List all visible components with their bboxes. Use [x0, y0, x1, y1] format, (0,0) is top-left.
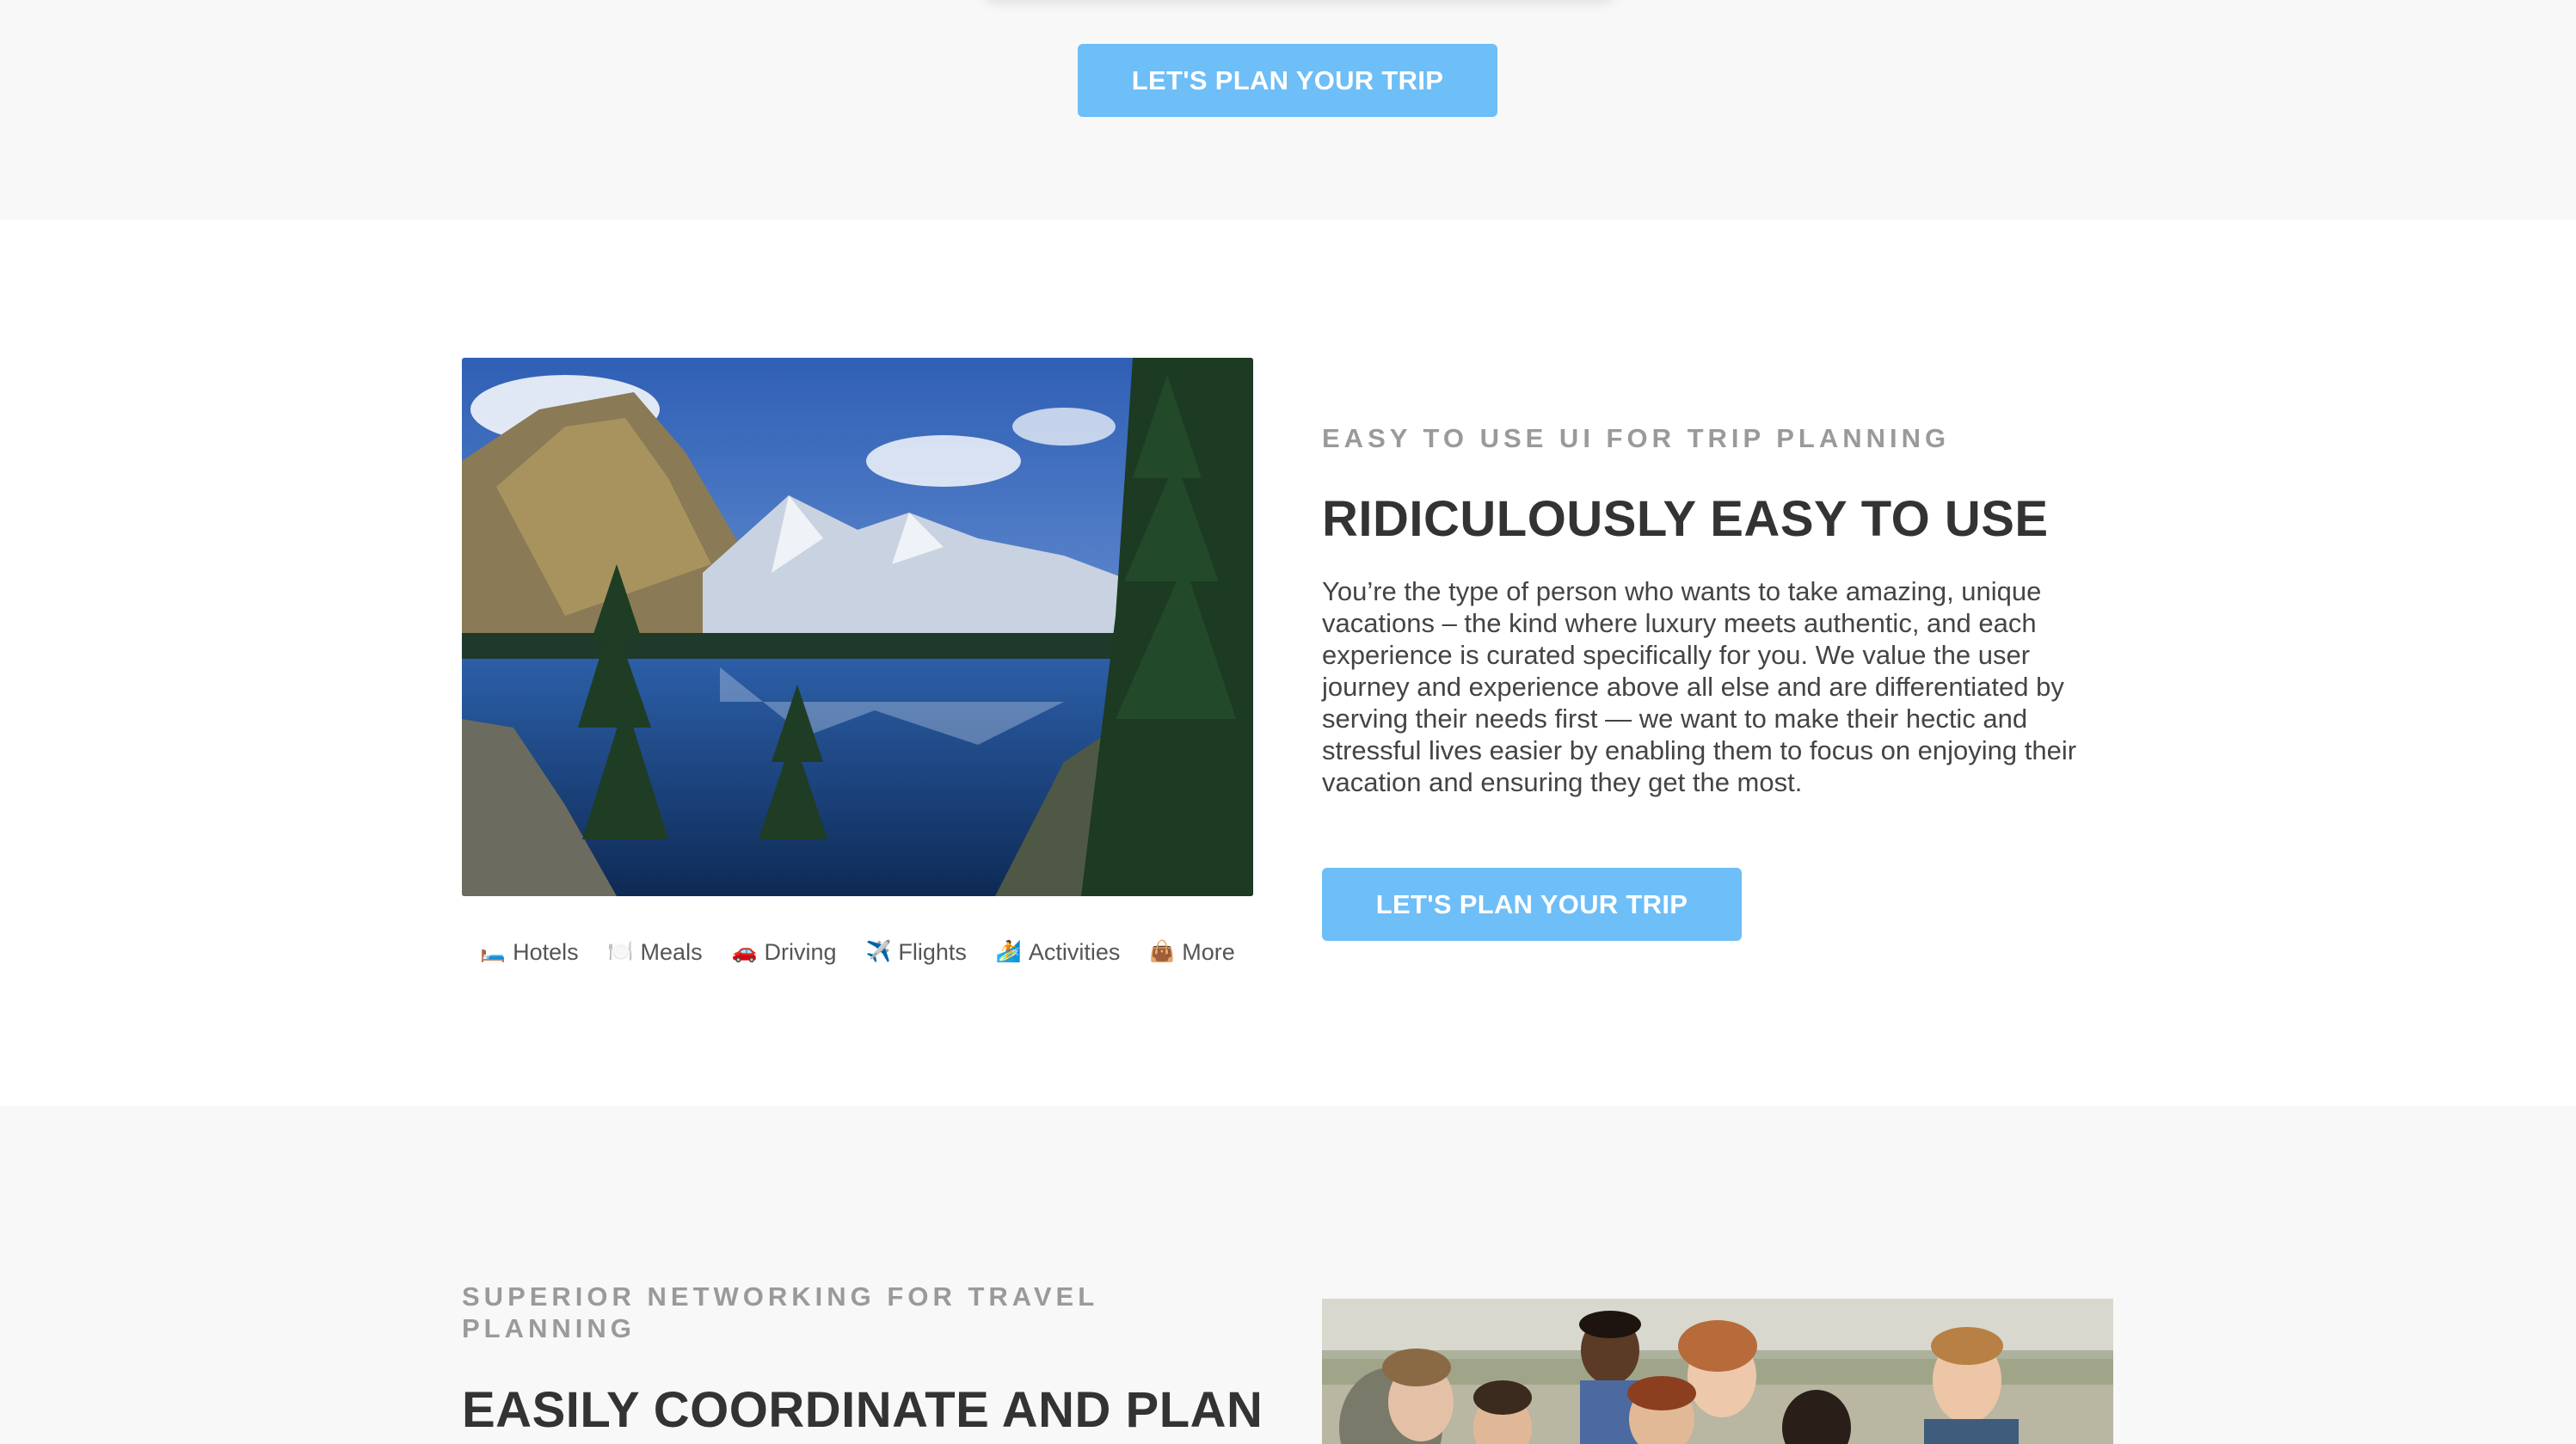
category-more[interactable]: 👜 More — [1149, 939, 1234, 966]
category-meals[interactable]: 🍽️ Meals — [608, 939, 703, 966]
category-label: More — [1182, 938, 1235, 965]
top-section: LET'S PLAN YOUR TRIP — [0, 0, 2576, 220]
feature-network-section — [0, 1106, 2576, 1444]
category-label: Hotels — [513, 938, 579, 965]
trip-categories: 🛏️ Hotels 🍽️ Meals 🚗 Driving ✈️ Flights … — [462, 935, 1253, 969]
category-label: Meals — [640, 938, 703, 965]
category-label: Driving — [764, 938, 837, 965]
feature-ui-section — [0, 220, 2576, 1106]
category-activities[interactable]: 🏄 Activities — [996, 939, 1120, 966]
plan-trip-button-top[interactable]: LET'S PLAN YOUR TRIP — [1078, 44, 1497, 117]
feature-ui-heading: RIDICULOUSLY EASY TO USE — [1322, 491, 2049, 547]
car-icon: 🚗 — [731, 940, 758, 963]
feature-ui-eyebrow: EASY TO USE UI FOR TRIP PLANNING — [1322, 423, 1951, 453]
category-flights[interactable]: ✈️ Flights — [866, 939, 967, 966]
category-label: Flights — [898, 938, 967, 965]
surfer-icon: 🏄 — [995, 940, 1022, 963]
mountain-lake-image — [462, 358, 1253, 896]
feature-network-eyebrow: SUPERIOR NETWORKING FOR TRAVEL PLANNING — [462, 1281, 1098, 1343]
plate-icon: 🍽️ — [607, 940, 634, 963]
bed-icon: 🛏️ — [480, 940, 507, 963]
airplane-icon: ✈️ — [865, 940, 892, 963]
category-hotels[interactable]: 🛏️ Hotels — [480, 939, 578, 966]
feature-ui-body: You’re the type of person who wants to t… — [1322, 576, 2077, 797]
category-label: Activities — [1028, 938, 1121, 965]
group-of-friends-image — [1322, 1299, 2113, 1444]
category-driving[interactable]: 🚗 Driving — [732, 939, 837, 966]
bag-icon: 👜 — [1149, 940, 1176, 963]
feature-network-heading: EASILY COORDINATE AND PLAN — [462, 1382, 1263, 1438]
plan-trip-button[interactable]: LET'S PLAN YOUR TRIP — [1322, 868, 1742, 941]
